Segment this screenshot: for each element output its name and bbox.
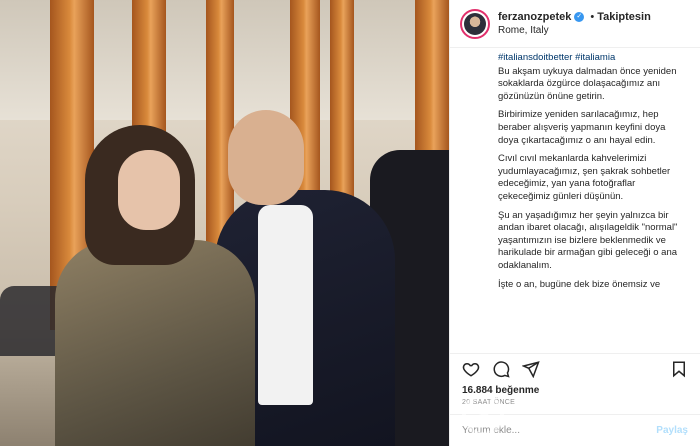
- location-link[interactable]: Rome, Italy: [498, 24, 651, 38]
- separator-dot: •: [590, 10, 595, 23]
- caption-paragraph: Bu akşam uykuya dalmadan önce yeniden so…: [498, 65, 677, 102]
- comment-icon[interactable]: [492, 360, 510, 378]
- avatar-image: [464, 12, 486, 35]
- photo-shirt: [258, 205, 313, 405]
- caption-hashtags[interactable]: #italiansdoitbetter #italiamia: [498, 52, 688, 65]
- post-photo[interactable]: [0, 0, 449, 446]
- photo-face: [228, 110, 304, 205]
- instagram-post: ferzanozpetek ✓ • Takiptesin Rome, Italy…: [0, 0, 700, 446]
- header-text: ferzanozpetek ✓ • Takiptesin Rome, Italy: [498, 10, 651, 38]
- avatar[interactable]: [460, 8, 490, 39]
- bookmark-icon[interactable]: [670, 360, 688, 378]
- caption-paragraph: Şu an yaşadığımız her şeyin yalnızca bir…: [498, 209, 678, 271]
- site-watermark-logo: S: [462, 394, 504, 436]
- post-header: ferzanozpetek ✓ • Takiptesin Rome, Italy: [450, 0, 700, 48]
- action-bar: [450, 353, 700, 383]
- share-icon[interactable]: [522, 360, 540, 378]
- photo-person: [55, 240, 255, 446]
- caption-paragraph: Birbirimize yeniden sarılacağımız, hep b…: [498, 109, 666, 146]
- photo-face: [118, 150, 180, 230]
- post-caption: #italiansdoitbetter #italiamia Bu akşam …: [450, 48, 700, 353]
- caption-paragraph: Cıvıl cıvıl mekanlarda kahvelerimizi yud…: [498, 153, 671, 202]
- heart-icon[interactable]: [462, 360, 480, 378]
- post-comment-button[interactable]: Paylaş: [656, 425, 688, 436]
- post-sidebar: ferzanozpetek ✓ • Takiptesin Rome, Italy…: [449, 0, 700, 446]
- follow-state[interactable]: Takiptesin: [597, 10, 651, 24]
- header-row: ferzanozpetek ✓ • Takiptesin: [498, 10, 651, 24]
- username-link[interactable]: ferzanozpetek: [498, 10, 571, 24]
- verified-badge-icon: ✓: [574, 11, 585, 22]
- caption-paragraph: İşte o an, bugüne dek bize önemsiz ve: [498, 278, 661, 290]
